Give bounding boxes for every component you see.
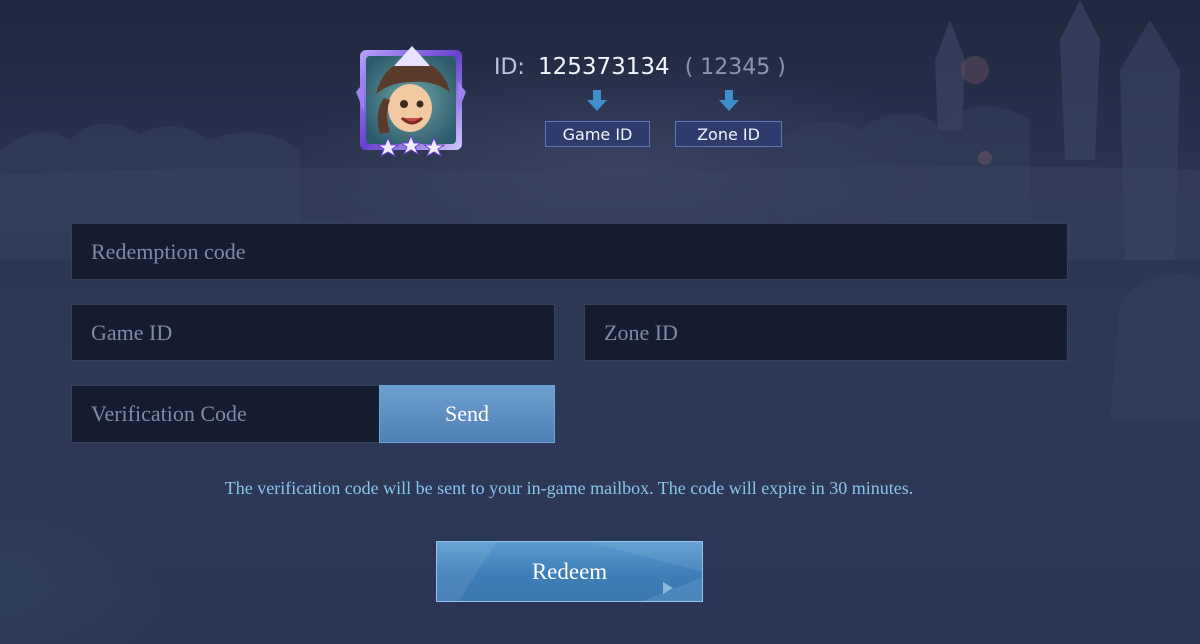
game-id-value: 125373134 [537, 54, 670, 80]
redeem-button[interactable]: Redeem [436, 541, 703, 602]
zone-id-value: ( 12345 ) [684, 55, 786, 80]
verification-hint: The verification code will be sent to yo… [224, 478, 914, 498]
send-button[interactable]: Send [379, 385, 555, 443]
hero-avatar [356, 46, 466, 158]
arrow-down-icon [587, 90, 607, 111]
zone-id-input[interactable] [584, 304, 1068, 361]
zone-id-tag: Zone ID [675, 121, 782, 147]
arrow-down-icon [719, 90, 739, 111]
id-label: ID: [494, 55, 525, 80]
player-id-line: ID: 125373134 ( 12345 ) [494, 54, 786, 80]
verification-code-input[interactable] [71, 385, 380, 443]
send-button-label: Send [445, 401, 489, 426]
redemption-code-input[interactable] [71, 223, 1068, 280]
game-id-tag: Game ID [545, 121, 650, 147]
redeem-button-label: Redeem [531, 558, 608, 584]
game-id-input[interactable] [71, 304, 555, 361]
